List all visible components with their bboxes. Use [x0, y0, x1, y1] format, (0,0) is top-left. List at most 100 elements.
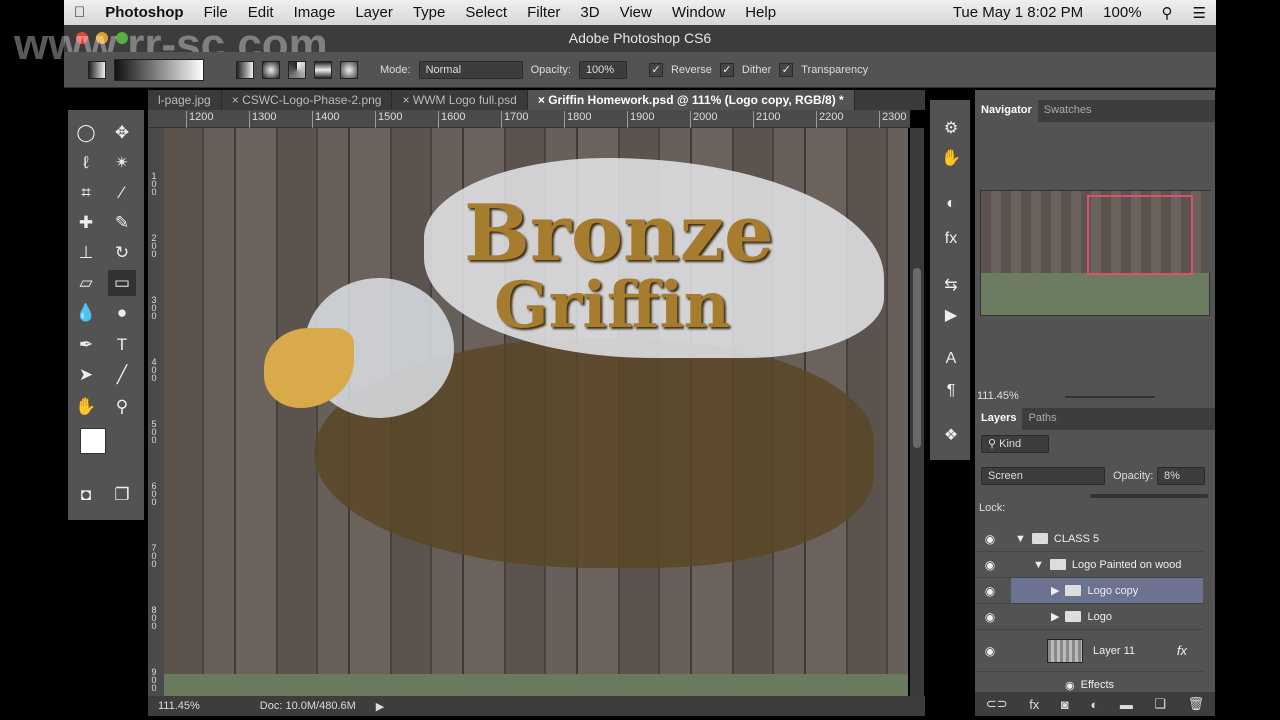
menu-file[interactable]: File	[194, 4, 238, 21]
layer-filter-select[interactable]: ⚲ Kind	[981, 435, 1049, 453]
history-icon[interactable]: ◐	[940, 195, 962, 217]
tab-swatches[interactable]: Swatches	[1038, 100, 1098, 122]
dither-checkbox[interactable]: ✓	[719, 62, 734, 77]
eye-icon[interactable]: ◉	[1065, 679, 1075, 692]
tab-l-page[interactable]: l-page.jpg	[148, 90, 222, 110]
menu-edit[interactable]: Edit	[238, 4, 284, 21]
menu-image[interactable]: Image	[284, 4, 346, 21]
marquee-tool-icon[interactable]: ◯	[72, 120, 100, 146]
menu-filter[interactable]: Filter	[517, 4, 570, 21]
zoom-level[interactable]: 111.45%	[158, 700, 200, 712]
navigator-preview[interactable]	[980, 190, 1211, 316]
play-icon[interactable]: ▶	[940, 305, 962, 327]
apple-icon[interactable]: 	[64, 4, 95, 21]
document-canvas[interactable]: Bronze Griffin	[164, 128, 908, 696]
move-tool-icon[interactable]: ✥	[108, 120, 136, 146]
eye-icon[interactable]: ◉	[975, 558, 1005, 572]
adjustments-icon[interactable]: ⚙	[940, 118, 962, 140]
vertical-scrollbar[interactable]	[910, 128, 924, 696]
layer-opacity-input[interactable]: 8%	[1157, 467, 1205, 485]
menu-type[interactable]: Type	[403, 4, 456, 21]
opacity-slider[interactable]	[1090, 494, 1208, 498]
layer-row-logo-painted[interactable]: ◉ ▼ Logo Painted on wood	[975, 552, 1203, 578]
type-tool-icon[interactable]: T	[108, 332, 136, 358]
radial-gradient-icon[interactable]	[262, 60, 280, 79]
menu-app[interactable]: Photoshop	[95, 4, 193, 21]
lasso-tool-icon[interactable]: ℓ	[72, 150, 100, 176]
adjustment-layer-icon[interactable]: ◐	[1090, 697, 1098, 712]
eraser-tool-icon[interactable]: ▱	[72, 270, 100, 296]
navigator-view-box[interactable]	[1087, 195, 1193, 275]
dodge-tool-icon[interactable]: ●	[108, 300, 136, 326]
tab-cswc-logo[interactable]: × CSWC-Logo-Phase-2.png	[222, 90, 393, 110]
crop-tool-icon[interactable]: ⌗	[72, 180, 100, 206]
brush-tool-icon[interactable]: ✎	[108, 210, 136, 236]
diamond-gradient-icon[interactable]	[340, 60, 358, 79]
healing-brush-icon[interactable]: ✚	[72, 210, 100, 236]
new-layer-icon[interactable]: ❏	[1154, 696, 1166, 712]
fx-icon[interactable]: fx	[1029, 697, 1039, 712]
eye-icon[interactable]: ◉	[975, 610, 1005, 624]
scroll-thumb[interactable]	[913, 268, 921, 448]
tab-griffin-homework[interactable]: × Griffin Homework.psd @ 111% (Logo copy…	[527, 90, 855, 110]
brush-presets-icon[interactable]: ✋	[940, 148, 962, 170]
fx-icon[interactable]: fx	[1177, 643, 1187, 658]
history-brush-icon[interactable]: ↻	[108, 240, 136, 266]
link-icon[interactable]: ⊂⊃	[986, 696, 1008, 712]
mask-icon[interactable]: ◙	[1061, 697, 1069, 712]
trash-icon[interactable]: 🗑	[1188, 696, 1205, 712]
layer-row-layer11[interactable]: ◉ Layer 11 fx	[975, 630, 1203, 672]
menu-window[interactable]: Window	[662, 4, 735, 21]
magic-wand-icon[interactable]: ✴	[108, 150, 136, 176]
hand-tool-icon[interactable]: ✋	[72, 394, 100, 420]
styles-icon[interactable]: fx	[940, 230, 962, 252]
menu-3d[interactable]: 3D	[570, 4, 609, 21]
layer-row-logo-copy[interactable]: ◉ ▶ Logo copy	[975, 578, 1203, 604]
clock[interactable]: Tue May 1 8:02 PM	[943, 4, 1093, 21]
layer-row-class5[interactable]: ◉ ▼ CLASS 5	[975, 526, 1203, 552]
transparency-checkbox[interactable]: ✓	[779, 62, 794, 77]
menu-layer[interactable]: Layer	[345, 4, 403, 21]
blur-tool-icon[interactable]: 💧	[72, 300, 100, 326]
reverse-checkbox[interactable]: ✓	[648, 62, 663, 77]
reflected-gradient-icon[interactable]	[314, 60, 332, 79]
paragraph-icon[interactable]: ¶	[940, 382, 962, 404]
navigator-zoom-slider[interactable]	[1065, 396, 1155, 398]
angle-gradient-icon[interactable]	[288, 60, 306, 79]
doc-size[interactable]: Doc: 10.0M/480.6M	[260, 700, 356, 712]
navigator-zoom[interactable]: 111.45%	[977, 390, 1019, 402]
menu-select[interactable]: Select	[455, 4, 517, 21]
eye-icon[interactable]: ◉	[975, 584, 1005, 598]
search-icon[interactable]: ⚲	[1152, 4, 1183, 22]
gradient-picker[interactable]	[114, 58, 204, 81]
zoom-tool-icon[interactable]: ⚲	[108, 394, 136, 420]
foreground-color-swatch[interactable]	[80, 428, 106, 454]
menu-view[interactable]: View	[610, 4, 662, 21]
menu-help[interactable]: Help	[735, 4, 786, 21]
3d-icon[interactable]: ❖	[940, 425, 962, 447]
eye-icon[interactable]: ◉	[975, 532, 1005, 546]
quick-mask-icon[interactable]: ◘	[72, 482, 100, 508]
path-select-icon[interactable]: ➤	[72, 362, 100, 388]
tab-layers[interactable]: Layers	[975, 408, 1023, 430]
linear-gradient-icon[interactable]	[236, 60, 254, 79]
tab-navigator[interactable]: Navigator	[975, 100, 1038, 122]
eye-icon[interactable]: ◉	[975, 644, 1005, 658]
tab-paths[interactable]: Paths	[1022, 408, 1062, 430]
list-icon[interactable]: ☰	[1183, 4, 1216, 22]
status-menu-arrow-icon[interactable]: ▶	[376, 700, 384, 713]
layer-row-logo[interactable]: ◉ ▶ Logo	[975, 604, 1203, 630]
stamp-tool-icon[interactable]: ⊥	[72, 240, 100, 266]
blend-mode-select[interactable]: Screen	[981, 467, 1105, 485]
screen-mode-icon[interactable]: ❐	[108, 482, 136, 508]
mode-select[interactable]: Normal	[418, 60, 523, 79]
line-tool-icon[interactable]: ╱	[108, 362, 136, 388]
eyedropper-icon[interactable]: ⁄	[108, 180, 136, 206]
gradient-tool-icon[interactable]: ▭	[108, 270, 136, 296]
actions-icon[interactable]: ⇆	[940, 275, 962, 297]
character-icon[interactable]: A	[940, 350, 962, 372]
tab-wwm-logo[interactable]: × WWM Logo full.psd	[392, 90, 528, 110]
new-group-icon[interactable]: ▬	[1120, 697, 1133, 712]
gradient-preset-icon[interactable]	[88, 60, 106, 79]
pen-tool-icon[interactable]: ✒	[72, 332, 100, 358]
